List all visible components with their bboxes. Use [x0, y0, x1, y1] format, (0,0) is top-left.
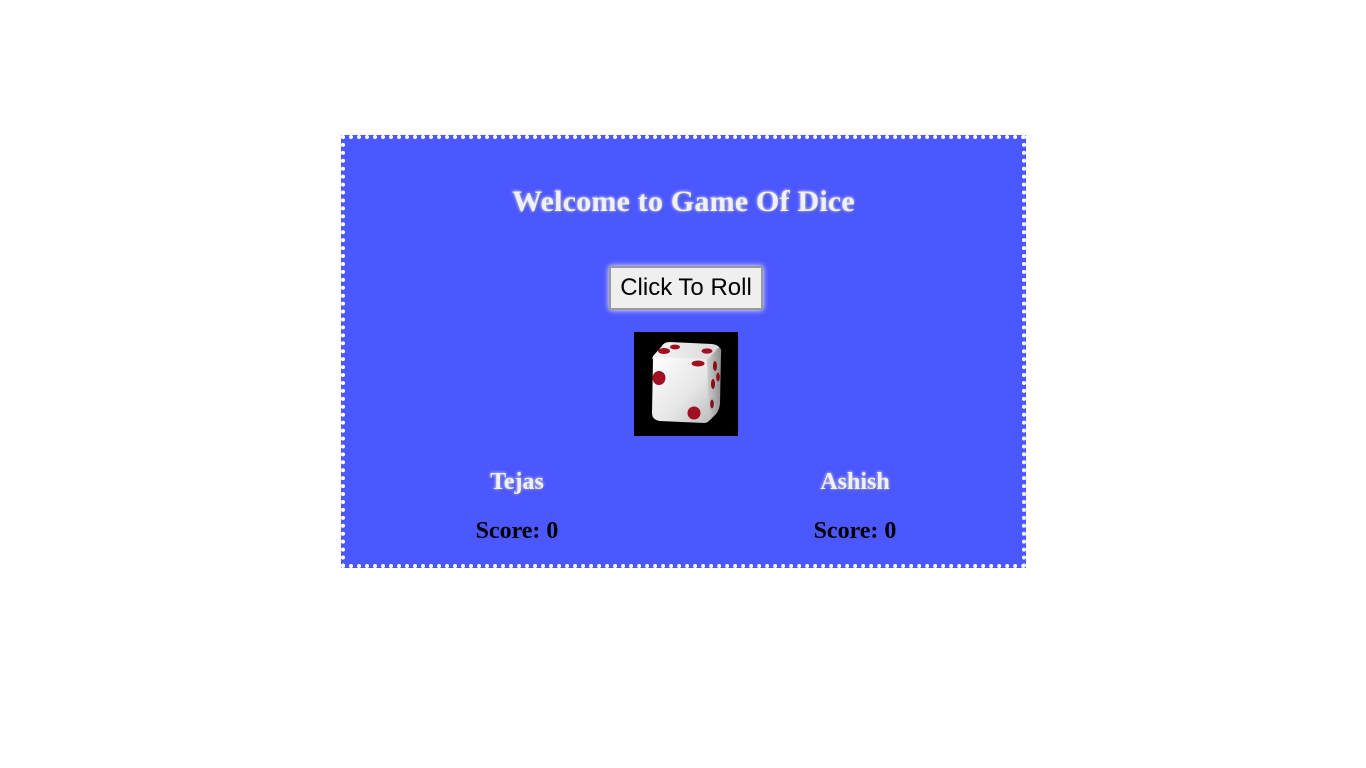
player-two-name: Ashish: [820, 469, 890, 495]
player-two-score: Score: 0: [813, 518, 897, 544]
player-two-panel: Ashish Score: 0: [755, 469, 955, 545]
player-one-score: Score: 0: [475, 518, 559, 544]
game-title: Welcome to Game Of Dice: [512, 185, 855, 218]
player-one-name: Tejas: [490, 469, 544, 495]
player-one-panel: Tejas Score: 0: [417, 469, 617, 545]
dice-icon: [652, 342, 722, 423]
game-panel: Welcome to Game Of Dice Click To Roll Te…: [341, 135, 1026, 568]
roll-dice-button[interactable]: Click To Roll: [609, 266, 763, 310]
dice-image: [634, 332, 738, 436]
